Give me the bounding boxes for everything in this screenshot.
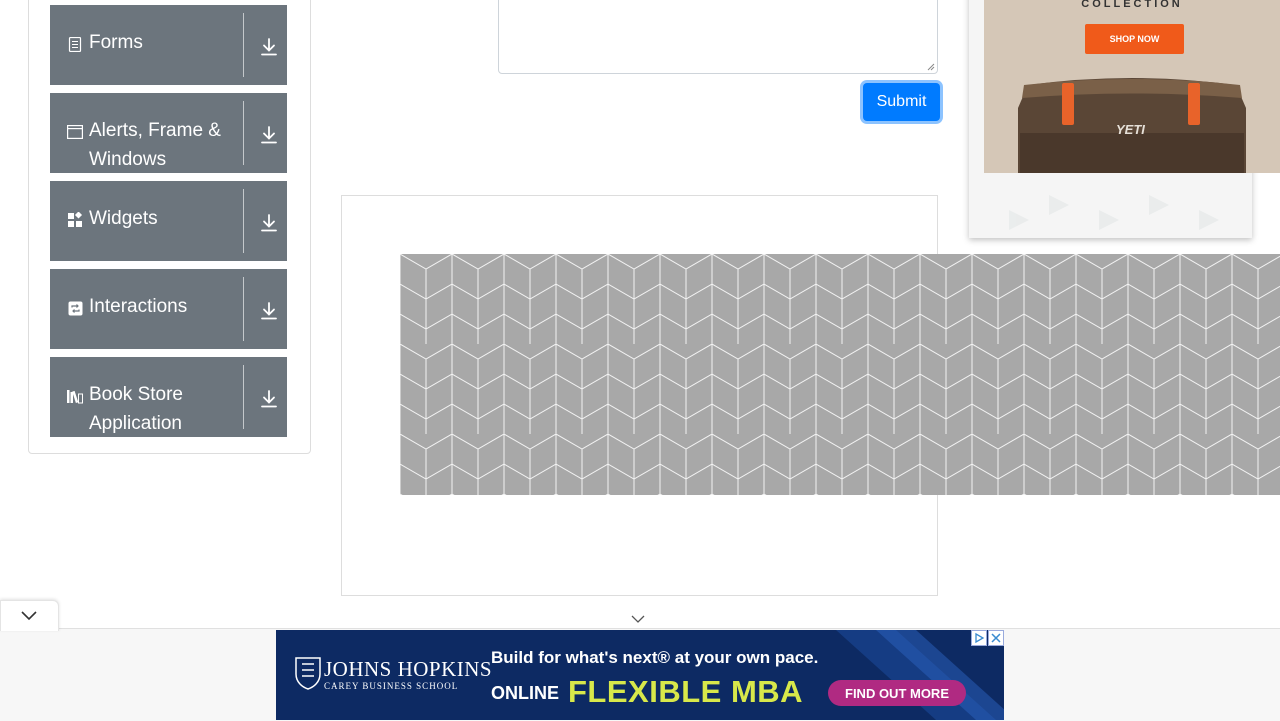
resize-handle-icon[interactable] — [927, 63, 935, 71]
repeat-icon — [66, 299, 84, 317]
document-icon — [66, 35, 84, 53]
download-icon[interactable] — [257, 35, 281, 59]
download-icon[interactable] — [257, 299, 281, 323]
text-area[interactable] — [498, 0, 938, 74]
divider — [243, 277, 244, 341]
find-out-more-button[interactable]: FIND OUT MORE — [828, 680, 966, 706]
close-icon[interactable] — [988, 630, 1004, 646]
group-title: Book Store Application — [89, 384, 183, 434]
sidebar-group-interactions[interactable]: Interactions — [50, 269, 287, 349]
yeti-logo: YETI — [1116, 122, 1145, 137]
group-title: Alerts, Frame & Windows — [89, 120, 221, 170]
ad-school-sub: CAREY BUSINESS SCHOOL — [324, 681, 459, 691]
ad-program-name: FLEXIBLE MBA — [568, 674, 804, 709]
adchoices-icon[interactable] — [971, 630, 987, 646]
ad-headline: Build for what's next® at your own pace. — [491, 648, 819, 667]
books-icon — [66, 387, 84, 405]
window-icon — [66, 123, 84, 141]
download-icon[interactable] — [257, 123, 281, 147]
ad-school-name: JOHNS HOPKINS — [324, 657, 493, 681]
download-icon[interactable] — [257, 387, 281, 411]
widgets-icon — [66, 211, 84, 229]
submit-button[interactable]: Submit — [863, 83, 940, 121]
sidebar-group-alerts[interactable]: Alerts, Frame & Windows — [50, 93, 287, 173]
divider — [243, 189, 244, 253]
chevron-down-icon[interactable] — [630, 613, 646, 625]
sidebar-group-widgets[interactable]: Widgets — [50, 181, 287, 261]
ad-banner-bottom[interactable]: JOHNS HOPKINS CAREY BUSINESS SCHOOL Buil… — [276, 630, 1004, 720]
divider — [243, 365, 244, 429]
divider — [243, 13, 244, 77]
ad-collection-text: COLLECTION — [1081, 0, 1183, 10]
shop-now-button[interactable]: SHOP NOW — [1085, 24, 1184, 54]
group-title: Forms — [89, 32, 143, 53]
group-title: Interactions — [89, 296, 188, 317]
ad-banner-right[interactable]: COLLECTION SHOP NOW YETI — [984, 0, 1280, 173]
group-title: Widgets — [89, 208, 158, 229]
sidebar-group-book-store[interactable]: Book Store Application — [50, 357, 287, 437]
jhu-shield-icon — [295, 657, 321, 690]
cube-pattern-banner — [400, 254, 1280, 495]
sidebar-group-forms[interactable]: Forms — [50, 5, 287, 85]
chevron-down-icon — [21, 611, 37, 621]
ad-online-label: ONLINE — [491, 683, 560, 703]
divider — [243, 101, 244, 165]
download-icon[interactable] — [257, 211, 281, 235]
cooler-image — [1018, 78, 1246, 173]
collapse-ad-tab[interactable] — [0, 600, 59, 631]
